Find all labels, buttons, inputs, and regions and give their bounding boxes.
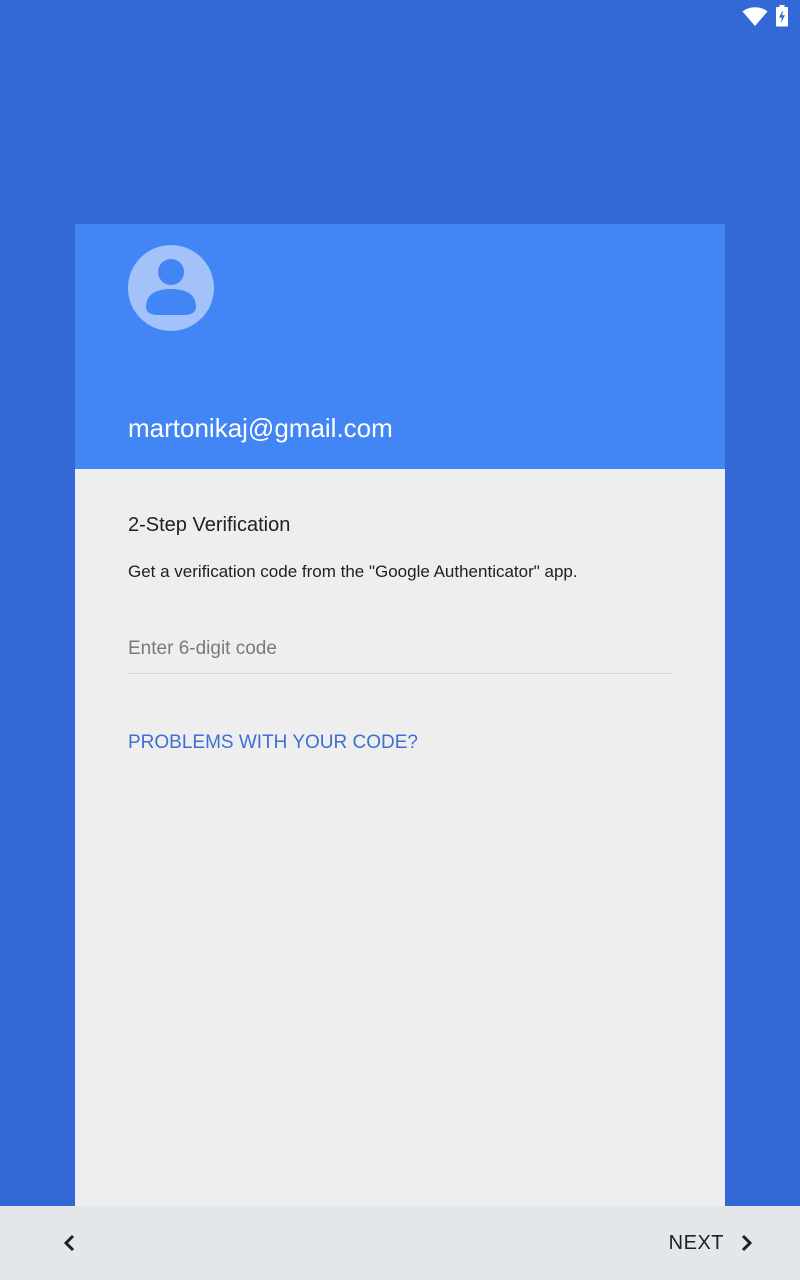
verification-code-input[interactable]	[128, 627, 672, 671]
status-bar	[0, 0, 800, 32]
next-button[interactable]: NEXT	[669, 1223, 754, 1263]
next-label: NEXT	[668, 1231, 724, 1254]
code-field	[128, 627, 672, 674]
instruction-text: Get a verification code from the "Google…	[128, 562, 578, 581]
chevron-right-icon	[741, 1234, 753, 1252]
back-button[interactable]	[50, 1223, 90, 1263]
navigation-bar: NEXT	[0, 1206, 800, 1280]
account-email: martonikaj@gmail.com	[128, 413, 393, 443]
account-circle-icon	[128, 245, 214, 331]
battery-charging-icon	[776, 5, 788, 27]
page-title: 2-Step Verification	[128, 514, 291, 536]
setup-screen: martonikaj@gmail.com 2-Step Verification…	[0, 0, 800, 1280]
wifi-icon	[742, 7, 768, 26]
sign-in-card: martonikaj@gmail.com 2-Step Verification…	[75, 224, 725, 1206]
account-header: martonikaj@gmail.com	[75, 224, 725, 469]
chevron-left-icon	[63, 1234, 75, 1252]
problems-with-code-link[interactable]: PROBLEMS WITH YOUR CODE?	[128, 729, 418, 757]
